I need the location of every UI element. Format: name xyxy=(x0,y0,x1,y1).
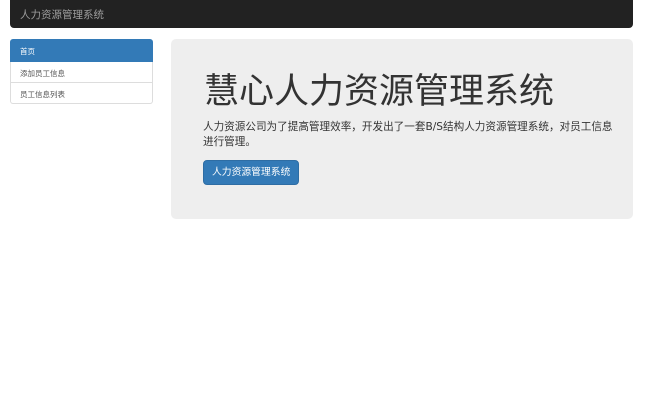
sidebar-item-employee-list[interactable]: 员工信息列表 xyxy=(10,83,153,104)
page-description: 人力资源公司为了提高管理效率，开发出了一套B/S结构人力资源管理系统，对员工信息… xyxy=(203,121,613,148)
hr-system-button[interactable]: 人力资源管理系统 xyxy=(203,160,300,185)
top-navbar: 人力资源管理系统 xyxy=(10,0,633,28)
sidebar-nav: 首页 添加员工信息 员工信息列表 xyxy=(10,39,153,104)
sidebar-item-home[interactable]: 首页 xyxy=(10,39,153,62)
page-title: 慧心人力资源管理系统 xyxy=(204,72,555,112)
jumbotron: 慧心人力资源管理系统 人力资源公司为了提高管理效率，开发出了一套B/S结构人力资… xyxy=(171,39,633,219)
navbar-brand[interactable]: 人力资源管理系统 xyxy=(20,7,104,22)
sidebar-item-add-employee[interactable]: 添加员工信息 xyxy=(10,62,153,83)
